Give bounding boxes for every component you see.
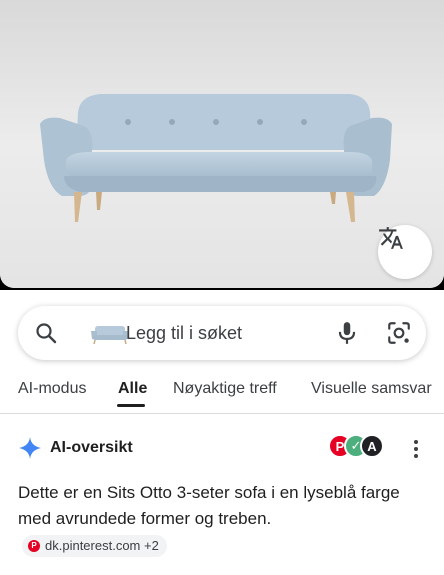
ai-overview-header: AI-oversikt P ✓ A xyxy=(0,430,444,466)
source-icons[interactable]: P ✓ A xyxy=(328,434,386,462)
search-input[interactable]: Legg til i søket xyxy=(126,322,242,344)
more-options-icon[interactable] xyxy=(408,438,424,460)
pinterest-chip-icon: P xyxy=(28,540,40,552)
ai-sparkle-icon xyxy=(19,437,41,459)
active-tab-indicator xyxy=(117,404,145,407)
source-icon-3: A xyxy=(360,434,384,458)
search-bar[interactable]: Legg til i søket xyxy=(18,306,426,360)
translate-icon xyxy=(379,227,403,249)
search-icon[interactable] xyxy=(34,321,58,345)
tab-exact-matches[interactable]: Nøyaktige treff xyxy=(173,379,277,399)
sofa-image[interactable] xyxy=(0,0,444,288)
citation-chip[interactable]: P dk.pinterest.com +2 xyxy=(22,535,167,557)
search-tabs: AI-modus Alle Nøyaktige treff Visuelle s… xyxy=(0,370,444,414)
citation-chip-label: dk.pinterest.com +2 xyxy=(45,538,159,553)
translate-button[interactable] xyxy=(378,225,432,279)
tab-visual-matches[interactable]: Visuelle samsvar xyxy=(311,379,432,399)
tab-ai-mode[interactable]: AI-modus xyxy=(18,379,86,399)
image-preview xyxy=(0,0,444,290)
ai-overview-text: Dette er en Sits Otto 3-seter sofa i en … xyxy=(18,480,418,558)
sofa-thumbnail-icon[interactable] xyxy=(89,323,131,345)
lens-icon[interactable] xyxy=(386,320,412,346)
mic-icon[interactable] xyxy=(334,320,360,346)
ai-overview-title: AI-oversikt xyxy=(50,439,133,456)
tab-all[interactable]: Alle xyxy=(118,379,147,399)
ai-overview-body: Dette er en Sits Otto 3-seter sofa i en … xyxy=(18,483,400,528)
